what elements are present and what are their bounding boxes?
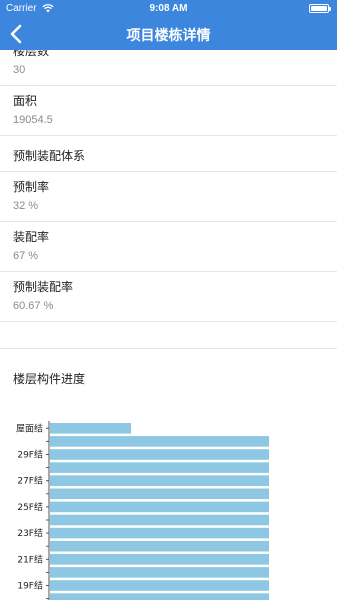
field-row-assembly-system: 预制装配体系 <box>0 136 337 172</box>
field-row-assembly-rate: 装配率 67 % <box>0 222 337 272</box>
y-tick-label: 23F结 <box>17 527 43 539</box>
field-row-prefab-rate: 预制率 32 % <box>0 172 337 222</box>
bar-22F结 <box>50 540 269 552</box>
page-title: 项目楼栋详情 <box>126 28 211 44</box>
chart-section-title: 楼层构件进度 <box>13 372 86 386</box>
bar-19F结 <box>50 580 269 591</box>
bar-30F结 <box>50 436 269 447</box>
field-label: 预制装配率 <box>13 280 74 294</box>
field-label: 面积 <box>13 94 38 108</box>
bar-27F结 <box>50 475 269 486</box>
field-label: 预制率 <box>13 180 50 194</box>
bar-屋面结 <box>50 423 132 434</box>
bar-20F结 <box>50 567 269 578</box>
section-divider <box>0 322 337 349</box>
bar-24F结 <box>50 514 269 526</box>
field-label: 楼层数 <box>13 50 50 58</box>
detail-content[interactable]: 楼层数 30 面积 19054.5 预制装配体系 预制率 32 % 装配率 67… <box>0 50 337 600</box>
field-value: 67 % <box>13 250 39 262</box>
bar-23F结 <box>50 527 269 539</box>
floor-progress-svg: 屋面结 29F结 27F结 25F结 23F结 21F结 19F结 <box>16 421 269 600</box>
bar-28F结 <box>50 462 269 473</box>
field-list: 楼层数 30 面积 19054.5 预制装配体系 预制率 32 % 装配率 67… <box>0 50 337 349</box>
battery-icon <box>309 4 331 13</box>
field-value: 19054.5 <box>13 114 53 126</box>
status-bar: Carrier 9:08 AM <box>0 0 337 18</box>
y-tick-label: 屋面结 <box>16 422 43 434</box>
bar-25F结 <box>50 501 269 513</box>
field-label: 装配率 <box>13 230 50 244</box>
y-tick-label: 21F结 <box>17 553 43 565</box>
floor-progress-chart: 屋面结 29F结 27F结 25F结 23F结 21F结 19F结 <box>0 410 337 600</box>
y-tick-label: 25F结 <box>17 501 43 513</box>
field-row-prefab-assembly-rate: 预制装配率 60.67 % <box>0 272 337 322</box>
y-tick-label: 29F结 <box>17 449 43 461</box>
bar-29F结 <box>50 449 269 460</box>
y-tick-label: 19F结 <box>17 580 43 592</box>
bar-21F结 <box>50 554 269 565</box>
field-value: 32 % <box>13 200 39 212</box>
field-row-area: 面积 19054.5 <box>0 86 337 136</box>
bar-18F结 <box>50 593 269 600</box>
field-value: 30 <box>13 64 26 76</box>
top-bar: Carrier 9:08 AM 项目楼栋详情 <box>0 0 337 50</box>
y-tick-label: 27F结 <box>17 475 43 487</box>
clock: 9:08 AM <box>149 3 188 14</box>
field-value: 60.67 % <box>13 300 54 312</box>
bar-26F结 <box>50 488 269 500</box>
field-row-floors: 楼层数 30 <box>0 50 337 86</box>
field-label: 预制装配体系 <box>13 149 86 163</box>
navigation-bar: 项目楼栋详情 <box>0 18 337 50</box>
